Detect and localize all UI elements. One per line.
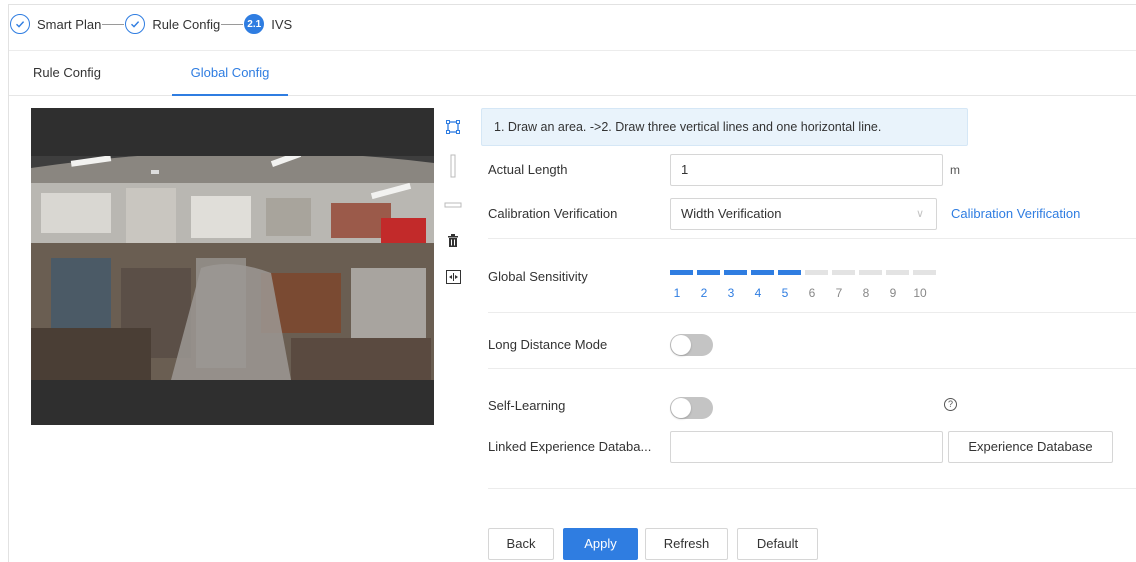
apply-button[interactable]: Apply: [563, 528, 638, 560]
sensitivity-segment[interactable]: [913, 270, 936, 275]
draw-area-icon[interactable]: [444, 118, 462, 136]
sensitivity-tick-label: 9: [889, 286, 897, 300]
sensitivity-tick-label: 1: [673, 286, 681, 300]
sensitivity-track[interactable]: [670, 270, 946, 276]
step-number-badge: 2.1: [244, 14, 265, 34]
tab-bar: Rule Config Global Config: [9, 51, 1136, 96]
back-button[interactable]: Back: [488, 528, 554, 560]
sensitivity-segment[interactable]: [832, 270, 855, 275]
long-distance-mode-toggle[interactable]: [670, 334, 713, 356]
wizard-steps: Smart Plan Rule Config 2.1 IVS: [10, 12, 292, 36]
actual-length-input[interactable]: 1: [670, 154, 943, 186]
section-divider: [488, 368, 1136, 369]
step-label: IVS: [271, 16, 293, 32]
self-learning-label: Self-Learning: [488, 398, 566, 413]
chevron-down-icon: ∨: [915, 208, 924, 220]
step-connector: [221, 23, 244, 25]
toggle-knob: [671, 398, 691, 418]
calibration-icon[interactable]: [444, 268, 462, 286]
sensitivity-segment[interactable]: [778, 270, 801, 275]
check-icon: [10, 14, 30, 34]
refresh-button[interactable]: Refresh: [645, 528, 728, 560]
sensitivity-segment[interactable]: [751, 270, 774, 275]
video-preview[interactable]: [31, 108, 434, 425]
delete-icon[interactable]: [444, 232, 462, 250]
sensitivity-segment[interactable]: [859, 270, 882, 275]
calibration-verification-select[interactable]: Width Verification ∨: [670, 198, 937, 230]
global-sensitivity-label: Global Sensitivity: [488, 269, 588, 284]
tab-global-config[interactable]: Global Config: [172, 51, 288, 96]
section-divider: [488, 488, 1136, 489]
horizontal-line-icon[interactable]: [444, 196, 462, 214]
sensitivity-segment[interactable]: [886, 270, 909, 275]
step-connector: [102, 23, 125, 25]
calibration-verification-value: Width Verification: [681, 206, 782, 221]
calibration-verification-label: Calibration Verification: [488, 206, 618, 221]
help-circle-icon[interactable]: ?: [944, 398, 957, 411]
step-rule-config[interactable]: Rule Config: [125, 14, 220, 34]
sensitivity-segment[interactable]: [805, 270, 828, 275]
toggle-knob: [671, 335, 691, 355]
sensitivity-segment[interactable]: [670, 270, 693, 275]
sensitivity-tick-label: 4: [754, 286, 762, 300]
step-ivs[interactable]: 2.1 IVS: [244, 14, 292, 34]
video-frame-image: [31, 108, 434, 425]
sensitivity-segment[interactable]: [697, 270, 720, 275]
sensitivity-tick-label: 5: [781, 286, 789, 300]
step-label: Rule Config: [152, 16, 221, 32]
sensitivity-tick-label: 2: [700, 286, 708, 300]
actual-length-unit: m: [950, 163, 960, 177]
actual-length-label: Actual Length: [488, 162, 568, 177]
tab-rule-config[interactable]: Rule Config: [33, 51, 101, 96]
check-icon: [125, 14, 146, 34]
linked-experience-database-label: Linked Experience Databa...: [488, 439, 652, 454]
section-divider: [488, 238, 1136, 239]
vertical-line-icon[interactable]: [444, 154, 462, 178]
linked-experience-database-input[interactable]: [670, 431, 943, 463]
sensitivity-segment[interactable]: [724, 270, 747, 275]
instruction-notice: 1. Draw an area. ->2. Draw three vertica…: [481, 108, 968, 146]
sensitivity-tick-label: 7: [835, 286, 843, 300]
long-distance-mode-label: Long Distance Mode: [488, 337, 608, 352]
sensitivity-tick-label: 6: [808, 286, 816, 300]
drawing-toolbar: [444, 118, 462, 304]
sensitivity-tick-label: 10: [913, 286, 927, 300]
step-smart-plan[interactable]: Smart Plan: [10, 14, 101, 34]
default-button[interactable]: Default: [737, 528, 818, 560]
experience-database-button[interactable]: Experience Database: [948, 431, 1113, 463]
sensitivity-tick-label: 3: [727, 286, 735, 300]
calibration-verification-link[interactable]: Calibration Verification: [951, 206, 1080, 221]
section-divider: [488, 312, 1136, 313]
self-learning-toggle[interactable]: [670, 397, 713, 419]
sensitivity-tick-label: 8: [862, 286, 870, 300]
step-label: Smart Plan: [37, 16, 102, 32]
